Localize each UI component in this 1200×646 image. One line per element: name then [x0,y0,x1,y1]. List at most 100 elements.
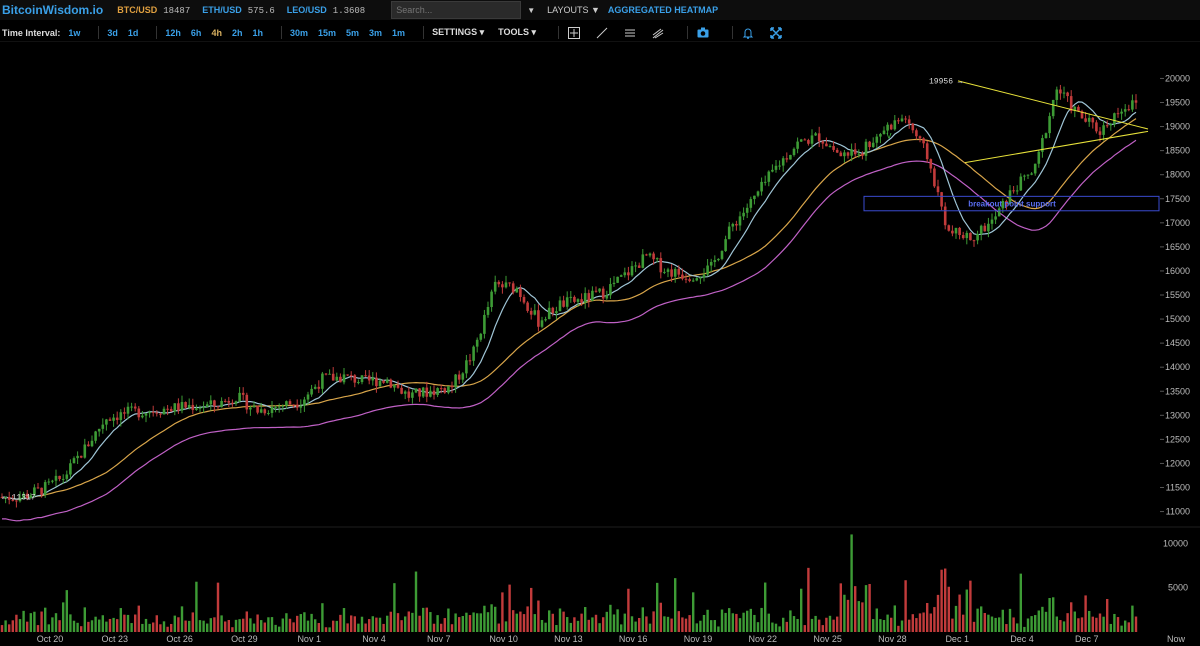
trendline-icon[interactable] [595,26,609,40]
candle-body [310,388,313,395]
candle-body [108,419,112,421]
candle-body [508,282,511,284]
time-tick-label: Nov 7 [427,634,451,644]
volume-bar [540,619,544,632]
crosshair-icon[interactable] [567,26,581,40]
interval-1m[interactable]: 1m [392,28,405,38]
price-chart[interactable]: 11000 11500 12000 12500 13000 13500 14000 14500… [0,42,1200,646]
candle-body [882,130,886,135]
candle-body [918,136,922,139]
candle-body [652,253,655,260]
candle-body [511,283,515,293]
candle-body [457,374,461,380]
candle-body [594,290,598,292]
time-tick-label: Dec 1 [945,634,969,644]
volume-bar [126,614,130,632]
layouts-menu[interactable]: LAYOUTS ▼ [547,5,600,15]
layouts-label: LAYOUTS [547,5,589,15]
fib-tool-icon[interactable] [651,26,665,40]
volume-bar [1134,616,1138,632]
candle-body [180,402,184,411]
camera-icon[interactable] [696,26,710,40]
candle-body [565,297,569,307]
candle-body [616,276,619,283]
volume-bar [270,617,274,632]
volume-bar [112,617,115,632]
interval-5m[interactable]: 5m [346,28,359,38]
interval-2h[interactable]: 2h [232,28,243,38]
divider [98,26,100,39]
candle-body [72,458,76,464]
volume-bar [396,613,400,632]
search-dropdown-icon[interactable]: ▼ [527,6,535,15]
volume-bar [281,618,284,632]
bell-icon[interactable] [741,26,755,40]
ma-mid-line [1,118,1137,500]
time-tick-label: Nov 1 [297,634,321,644]
settings-menu[interactable]: SETTINGS ▾ [432,27,484,38]
volume-bar [119,608,122,632]
app-logo[interactable]: BitcoinWisdom.io [0,3,103,17]
price-tick-label: 18000 [1165,170,1190,180]
ticker-btc[interactable]: BTC/USD 18487 [117,5,190,16]
time-tick-label: Oct 23 [102,634,129,644]
candle-body [879,134,882,137]
candle-body [1109,124,1113,126]
interval-6h[interactable]: 6h [191,28,202,38]
interval-30m[interactable]: 30m [290,28,308,38]
interval-3m[interactable]: 3m [369,28,382,38]
time-tick-label: Nov 28 [878,634,907,644]
ticker-eth[interactable]: ETH/USD 575.6 [202,5,275,16]
volume-bar [198,620,202,632]
candle-body [738,216,742,226]
interval-1h[interactable]: 1h [252,28,263,38]
candle-body [947,225,951,231]
volume-bar [684,618,688,632]
volume-bar [296,615,299,632]
price-tick-label: 14500 [1165,338,1190,348]
candle-body [533,310,537,315]
volume-bar [933,607,936,632]
volume-bar [1095,617,1098,632]
price-tick-label: 11500 [1166,483,1190,493]
candle-body [663,271,666,273]
volume-bar [4,620,7,632]
candle-body [767,171,771,182]
candle-body [763,181,767,183]
fullscreen-icon[interactable] [769,26,783,40]
volume-bar [810,618,814,632]
volume-bar [843,594,846,632]
tools-menu[interactable]: TOOLS ▾ [498,27,536,38]
volume-bar [616,609,619,632]
volume-bar [407,611,410,632]
volume-bar [569,622,572,632]
volume-bar [983,612,986,632]
v-annotation: v [887,131,892,142]
time-tick-label: Nov 4 [362,634,386,644]
volume-bar [954,605,958,632]
volume-bar [900,620,904,632]
volume-bar [0,625,4,632]
triangle-lower-line [964,130,1149,164]
parallel-channel-icon[interactable] [623,26,637,40]
candle-body [1127,109,1131,111]
price-tick-label: 16000 [1165,266,1190,276]
volume-bar [836,616,839,632]
high-price-marker: 19956 → [929,78,963,87]
interval-1w[interactable]: 1w [68,28,80,38]
interval-1d[interactable]: 1d [128,28,139,38]
interval-3d[interactable]: 3d [107,28,118,38]
candle-body [223,400,227,402]
search-input[interactable] [391,1,522,19]
volume-bar [962,614,965,632]
ticker-pair: ETH/USD [202,4,242,15]
volume-bar [1113,613,1116,632]
interval-15m[interactable]: 15m [318,28,336,38]
interval-4h[interactable]: 4h [211,28,222,38]
price-tick-label: 13000 [1165,410,1190,420]
volume-bar [1023,626,1026,632]
ticker-leo[interactable]: LEO/USD 1.3608 [287,5,365,16]
interval-12h[interactable]: 12h [165,28,181,38]
candle-body [105,419,108,425]
aggregated-heatmap-link[interactable]: AGGREGATED HEATMAP [608,5,718,15]
